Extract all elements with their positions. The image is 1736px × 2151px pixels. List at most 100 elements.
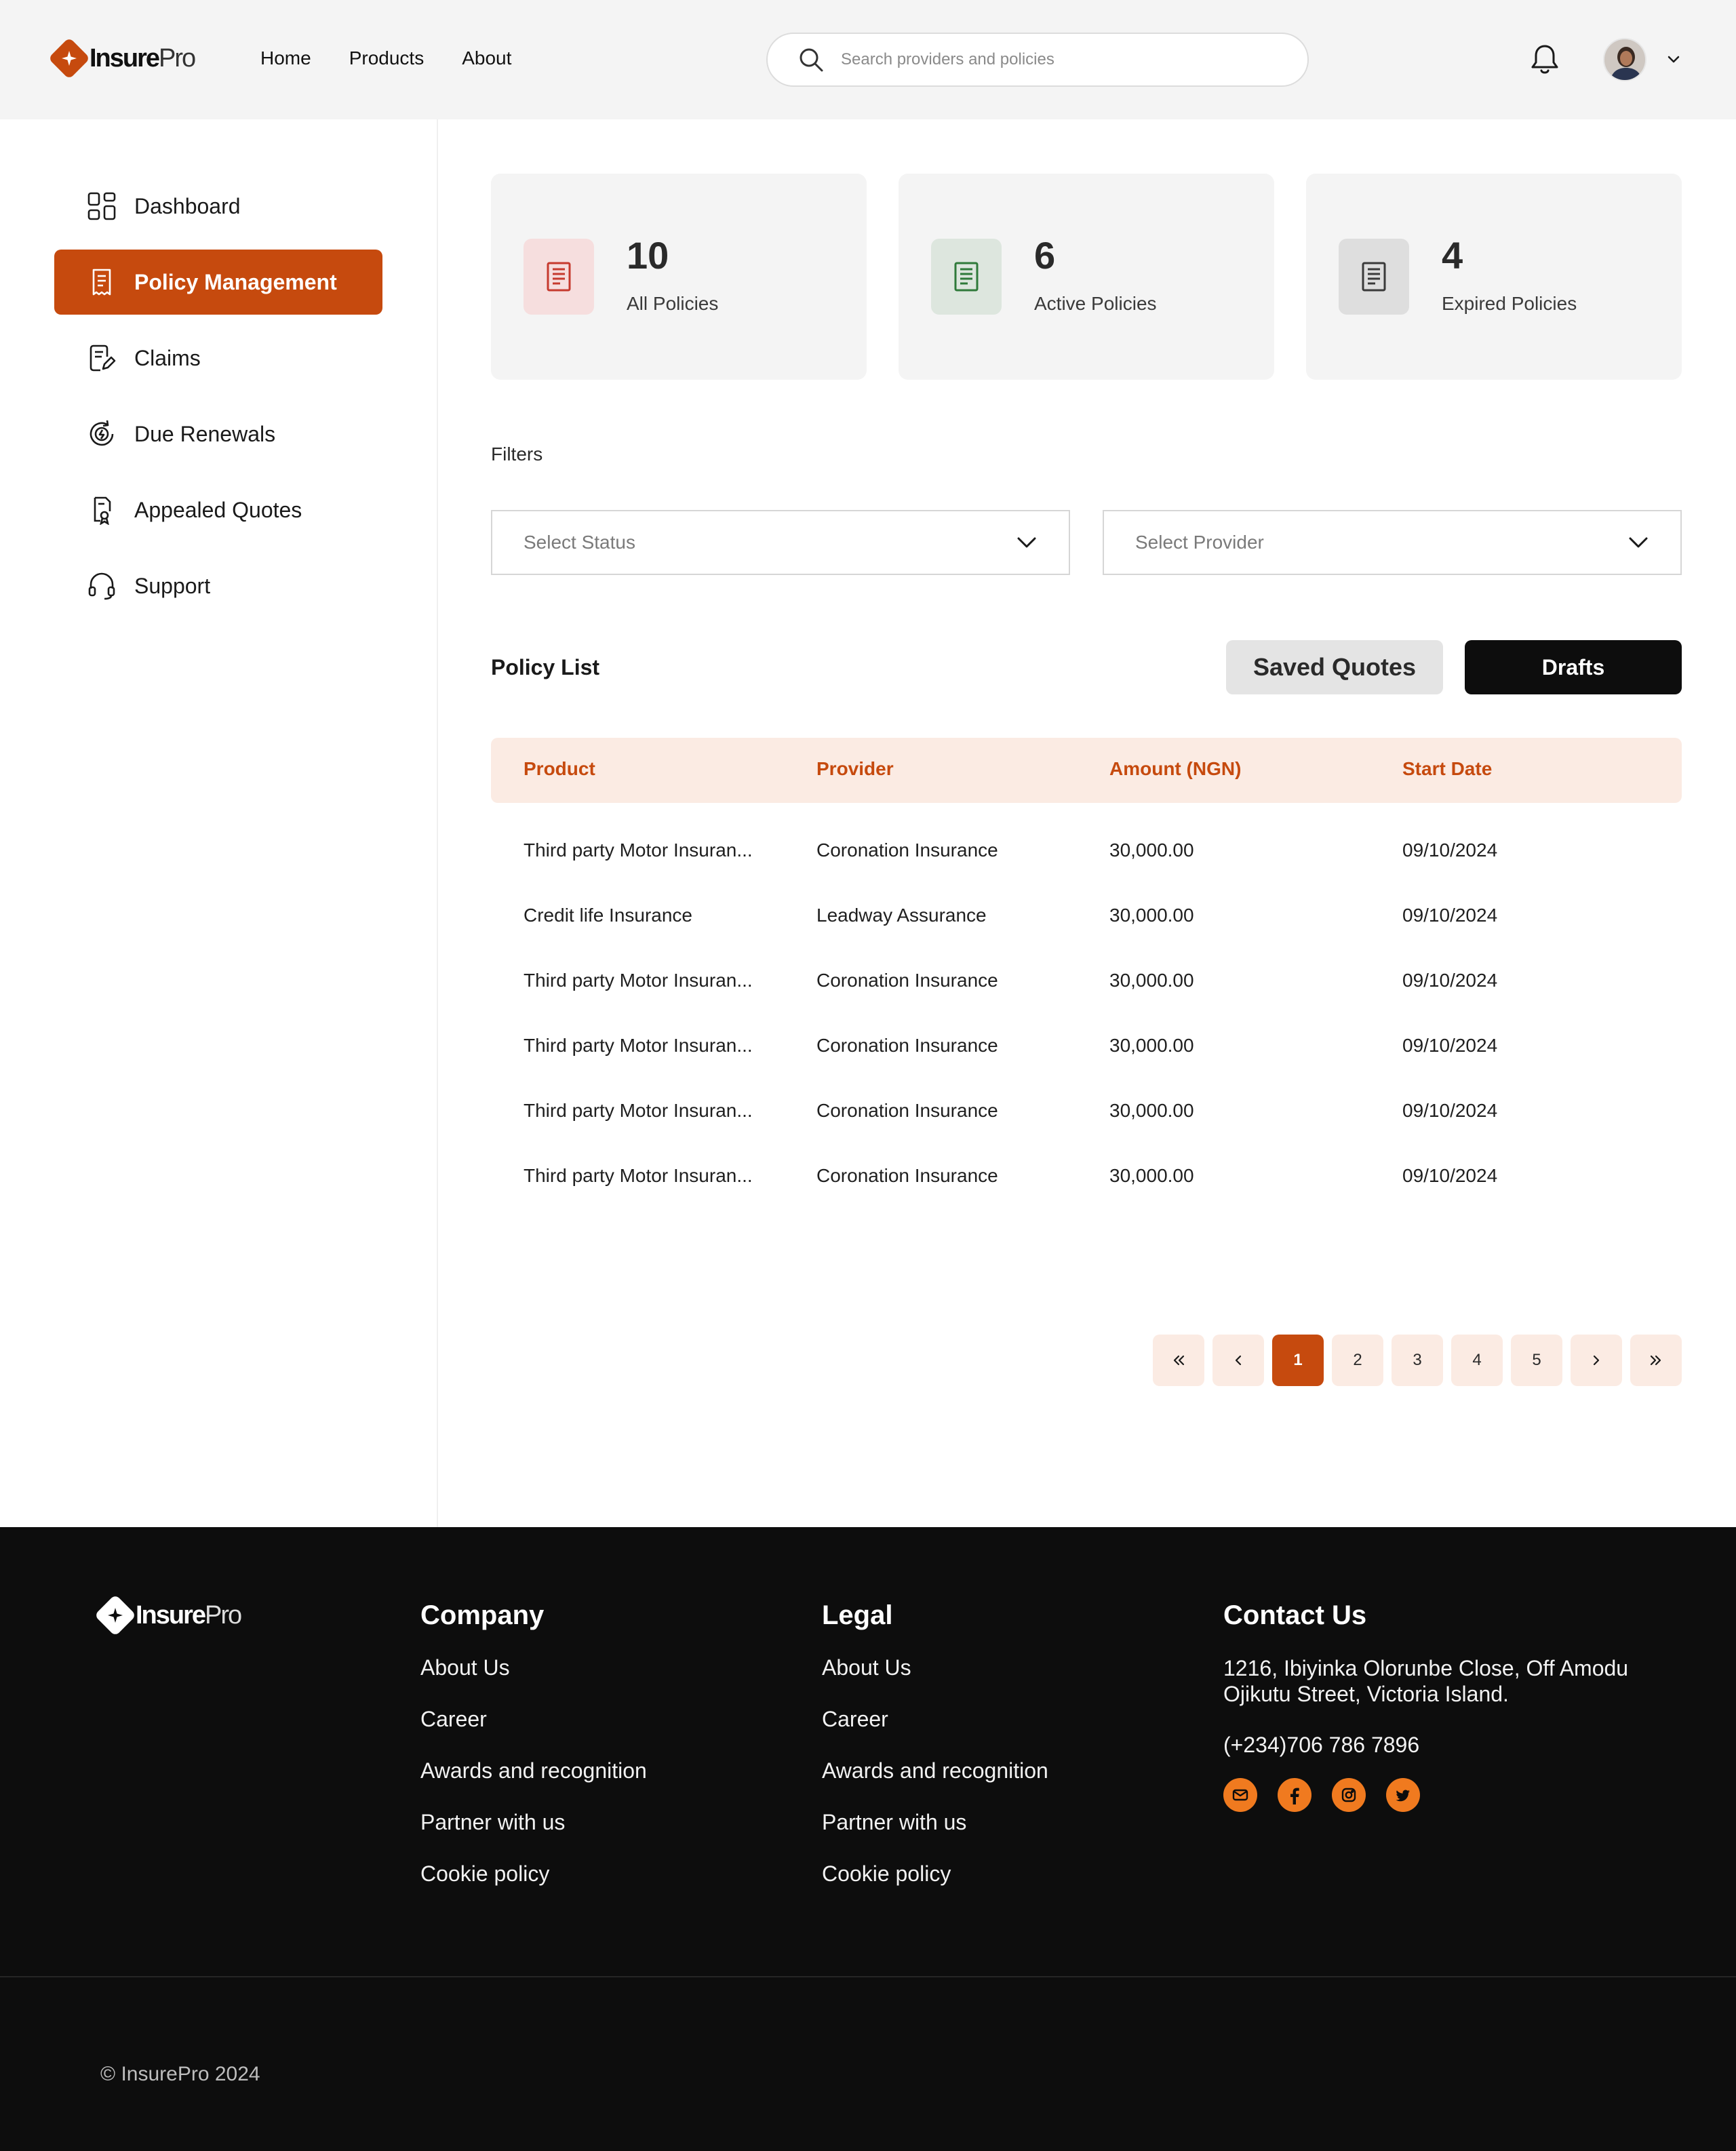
quote-icon <box>85 494 118 526</box>
top-nav: Home Products About <box>260 47 511 69</box>
chevron-right-icon <box>1593 1355 1600 1366</box>
chevron-left-icon <box>1235 1355 1242 1366</box>
cell-product: Third party Motor Insuran... <box>524 970 753 991</box>
document-icon <box>85 266 118 298</box>
cell-provider: Leadway Assurance <box>816 905 987 926</box>
provider-select[interactable]: Select Provider <box>1103 510 1682 575</box>
cell-start-date: 09/10/2024 <box>1402 905 1498 926</box>
chevron-down-icon[interactable] <box>1665 52 1682 68</box>
footer-legal-column: Legal About Us Career Awards and recogni… <box>822 1600 1048 1913</box>
logo-mark-icon <box>94 1594 137 1637</box>
footer-link-about-us[interactable]: About Us <box>420 1655 647 1707</box>
stat-card-active-policies[interactable]: 6 Active Policies <box>899 174 1274 380</box>
footer-contact-column: Contact Us 1216, Ibiyinka Olorunbe Close… <box>1223 1600 1644 1812</box>
cell-start-date: 09/10/2024 <box>1402 840 1498 861</box>
footer-link-career[interactable]: Career <box>822 1707 1048 1758</box>
cell-provider: Coronation Insurance <box>816 1100 998 1121</box>
pagination: 1 2 3 4 5 <box>1153 1335 1682 1386</box>
twitter-icon[interactable] <box>1386 1778 1420 1812</box>
search-icon <box>800 48 823 72</box>
contact-phone[interactable]: (+234)706 786 7896 <box>1223 1733 1644 1758</box>
sidebar: Dashboard Policy Management Claims Due R… <box>0 119 438 1527</box>
provider-select-placeholder: Select Provider <box>1135 532 1264 553</box>
stat-value: 6 <box>1034 234 1056 277</box>
brand-logo[interactable]: InsurePro <box>47 37 196 80</box>
notification-bell-icon[interactable] <box>1530 43 1560 76</box>
cell-amount: 30,000.00 <box>1109 840 1194 861</box>
cell-product: Credit life Insurance <box>524 905 693 926</box>
cell-product: Third party Motor Insuran... <box>524 1100 753 1121</box>
footer-link-cookie-policy[interactable]: Cookie policy <box>420 1861 647 1913</box>
cell-amount: 30,000.00 <box>1109 1035 1194 1056</box>
footer-brand-logo[interactable]: InsurePro <box>94 1594 242 1637</box>
footer-link-awards[interactable]: Awards and recognition <box>420 1758 647 1810</box>
stat-card-all-policies[interactable]: 10 All Policies <box>491 174 867 380</box>
nav-home-link[interactable]: Home <box>260 47 311 69</box>
first-page-button[interactable] <box>1153 1335 1204 1386</box>
sidebar-item-due-renewals[interactable]: Due Renewals <box>54 401 382 467</box>
sidebar-item-support[interactable]: Support <box>54 553 382 618</box>
brand-name: InsurePro <box>90 43 196 73</box>
footer-link-partner[interactable]: Partner with us <box>822 1810 1048 1861</box>
chevron-down-icon <box>1017 537 1036 548</box>
column-header-product[interactable]: Product <box>524 758 595 780</box>
search-bar[interactable] <box>766 33 1309 87</box>
column-header-start-date[interactable]: Start Date <box>1402 758 1492 780</box>
site-footer: InsurePro Company About Us Career Awards… <box>0 1527 1736 2151</box>
nav-products-link[interactable]: Products <box>349 47 425 69</box>
status-select[interactable]: Select Status <box>491 510 1070 575</box>
footer-link-partner[interactable]: Partner with us <box>420 1810 647 1861</box>
footer-legal-title: Legal <box>822 1600 893 1630</box>
facebook-icon[interactable] <box>1278 1778 1311 1812</box>
footer-company-column: Company About Us Career Awards and recog… <box>420 1600 647 1913</box>
table-row[interactable]: Third party Motor Insuran... Coronation … <box>491 1145 1682 1210</box>
table-row[interactable]: Third party Motor Insuran... Coronation … <box>491 819 1682 884</box>
stat-value: 4 <box>1442 234 1463 277</box>
nav-about-link[interactable]: About <box>462 47 511 69</box>
sidebar-item-dashboard[interactable]: Dashboard <box>54 174 382 239</box>
column-header-amount[interactable]: Amount (NGN) <box>1109 758 1241 780</box>
page-button-5[interactable]: 5 <box>1511 1335 1562 1386</box>
stat-value: 10 <box>627 234 669 277</box>
social-links <box>1223 1778 1644 1812</box>
saved-quotes-button[interactable]: Saved Quotes <box>1226 640 1443 694</box>
grid-icon <box>85 190 118 222</box>
prev-page-button[interactable] <box>1212 1335 1264 1386</box>
table-row[interactable]: Third party Motor Insuran... Coronation … <box>491 1080 1682 1145</box>
last-page-button[interactable] <box>1630 1335 1682 1386</box>
user-avatar[interactable] <box>1603 38 1646 81</box>
sidebar-item-claims[interactable]: Claims <box>54 325 382 391</box>
logo-mark-icon <box>47 37 91 80</box>
page-button-2[interactable]: 2 <box>1332 1335 1383 1386</box>
footer-link-about-us[interactable]: About Us <box>822 1655 1048 1707</box>
cell-provider: Coronation Insurance <box>816 1035 998 1056</box>
search-input[interactable] <box>841 50 1261 69</box>
page-button-4[interactable]: 4 <box>1451 1335 1503 1386</box>
page-button-1[interactable]: 1 <box>1272 1335 1324 1386</box>
cell-provider: Coronation Insurance <box>816 1165 998 1186</box>
footer-link-career[interactable]: Career <box>420 1707 647 1758</box>
column-header-provider[interactable]: Provider <box>816 758 894 780</box>
sidebar-item-policy-management[interactable]: Policy Management <box>54 250 382 315</box>
stat-card-expired-policies[interactable]: 4 Expired Policies <box>1306 174 1682 380</box>
sidebar-item-label: Dashboard <box>134 193 241 218</box>
sidebar-item-label: Claims <box>134 345 201 370</box>
stat-label: All Policies <box>627 293 719 314</box>
footer-contact-title: Contact Us <box>1223 1600 1367 1630</box>
cell-amount: 30,000.00 <box>1109 1100 1194 1121</box>
mail-icon[interactable] <box>1223 1778 1257 1812</box>
next-page-button[interactable] <box>1571 1335 1622 1386</box>
cell-start-date: 09/10/2024 <box>1402 1035 1498 1056</box>
sidebar-item-appealed-quotes[interactable]: Appealed Quotes <box>54 477 382 542</box>
table-row[interactable]: Third party Motor Insuran... Coronation … <box>491 949 1682 1014</box>
table-row[interactable]: Credit life Insurance Leadway Assurance … <box>491 884 1682 949</box>
renew-icon <box>85 418 118 450</box>
drafts-button[interactable]: Drafts <box>1465 640 1682 694</box>
footer-link-cookie-policy[interactable]: Cookie policy <box>822 1861 1048 1913</box>
table-row[interactable]: Third party Motor Insuran... Coronation … <box>491 1014 1682 1080</box>
footer-link-awards[interactable]: Awards and recognition <box>822 1758 1048 1810</box>
filters-title: Filters <box>491 443 543 465</box>
instagram-icon[interactable] <box>1332 1778 1366 1812</box>
page-button-3[interactable]: 3 <box>1392 1335 1443 1386</box>
chevrons-right-icon <box>1650 1355 1661 1366</box>
